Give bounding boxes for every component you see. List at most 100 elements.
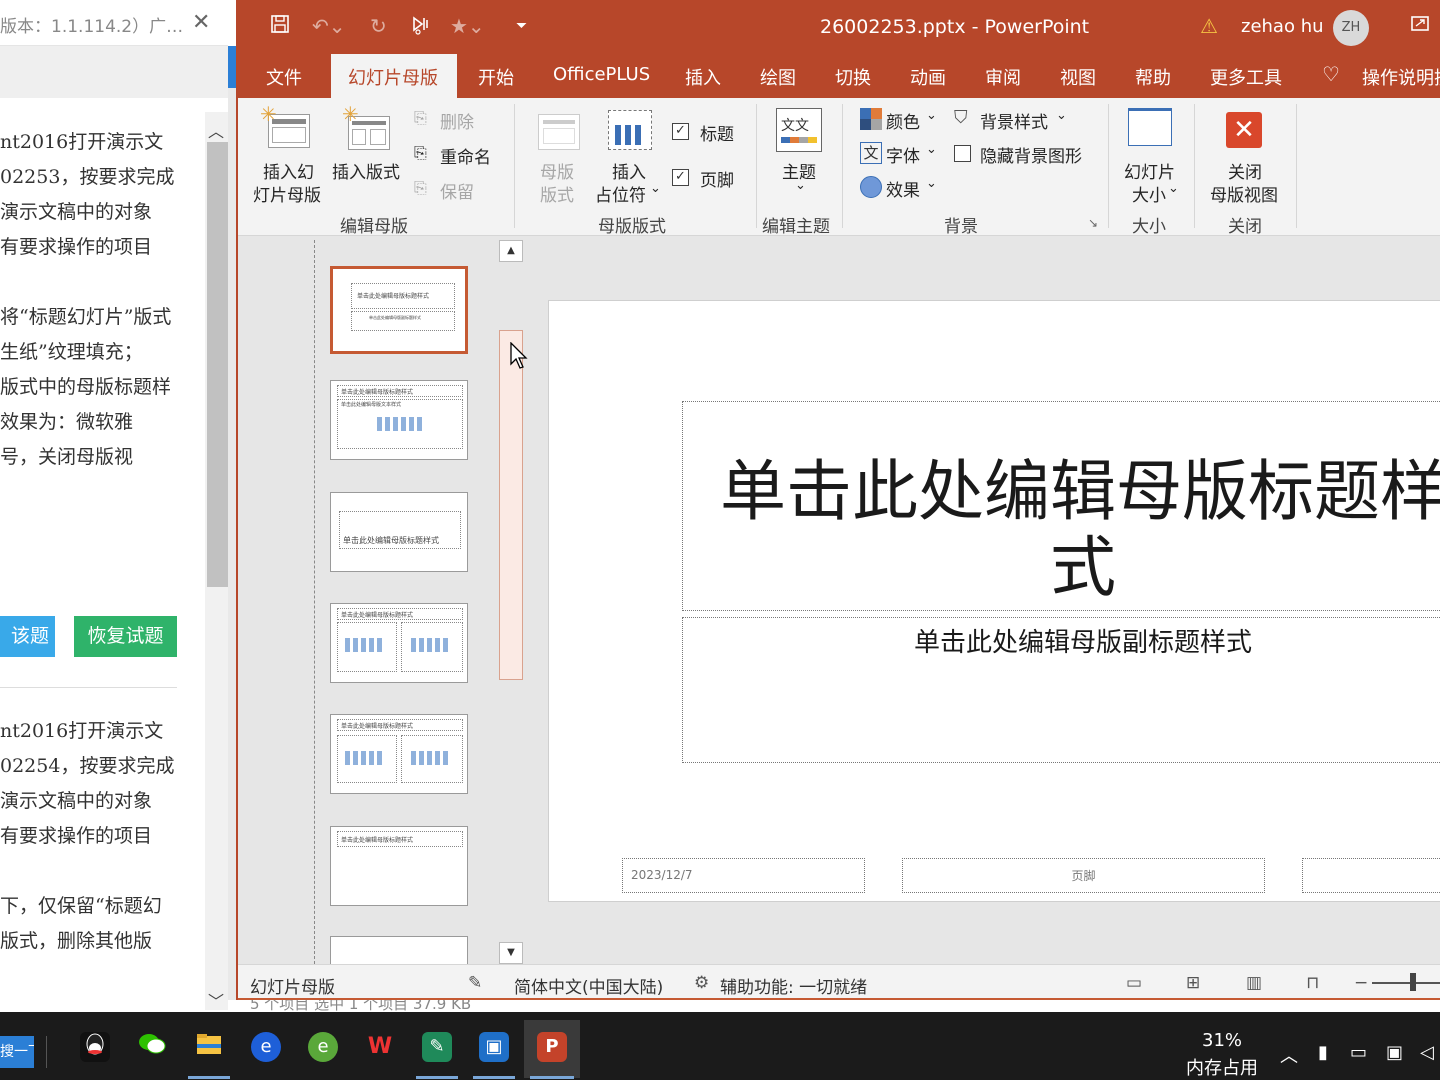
fonts-button[interactable]: 字体 — [886, 142, 920, 167]
zoom-slider-thumb[interactable] — [1410, 973, 1416, 991]
scrollbar-thumb[interactable] — [499, 330, 523, 680]
slide-size-label[interactable]: 幻灯片 — [1124, 158, 1175, 183]
title-checkbox-label[interactable]: 标题 — [700, 120, 734, 145]
insert-placeholder-label[interactable]: 插入 — [612, 158, 646, 183]
restore-window-icon[interactable] — [1410, 14, 1430, 37]
customize-quick-access-icon[interactable]: ⏷ — [516, 18, 527, 34]
chevron-down-icon[interactable]: ⌄ — [926, 108, 937, 123]
star-icon[interactable]: ★⌄ — [450, 14, 485, 38]
tab-help[interactable]: 帮助 — [1135, 64, 1171, 90]
dialog-launcher-icon[interactable]: ↘ — [1088, 216, 1098, 230]
hide-background-checkbox[interactable] — [954, 145, 971, 162]
title-placeholder[interactable]: 单击此处编辑母版标题样 式 — [682, 401, 1440, 611]
slide-size-icon[interactable] — [1128, 108, 1172, 146]
chevron-down-icon[interactable]: ⌄ — [926, 176, 937, 191]
network-icon[interactable]: ▣ — [1386, 1042, 1403, 1063]
close-master-view-label[interactable]: 关闭 — [1228, 158, 1262, 183]
slide-canvas[interactable]: 单击此处编辑母版标题样 式 单击此处编辑母版副标题样式 2023/12/7 页脚 — [548, 300, 1440, 902]
insert-slide-master-label[interactable]: 插入幻 — [263, 158, 314, 183]
wechat-icon[interactable] — [137, 1032, 167, 1062]
scrollbar[interactable]: ︿ ﹀ — [205, 112, 230, 1011]
browser-360-icon[interactable]: e — [308, 1032, 338, 1062]
tab-view[interactable]: 视图 — [1060, 64, 1096, 90]
close-master-view-label[interactable]: 母版视图 — [1210, 181, 1278, 206]
video-app-icon[interactable]: ▣ — [479, 1032, 509, 1062]
thumbnail-layout[interactable]: 单击此处编辑母版标题样式 单击此处编辑母版文本样式 — [330, 380, 468, 460]
save-icon[interactable] — [270, 14, 290, 39]
master-layout-label[interactable]: 母版 — [540, 158, 574, 183]
undo-icon[interactable]: ↶⌄ — [312, 14, 346, 38]
master-layout-label[interactable]: 版式 — [540, 181, 574, 206]
accessibility-status[interactable]: 辅助功能: 一切就绪 — [720, 973, 867, 998]
tab-more-tools[interactable]: 更多工具 — [1210, 64, 1282, 90]
chevron-up-icon[interactable]: ︿ — [208, 118, 224, 142]
close-master-view-icon[interactable]: ✕ — [1226, 112, 1262, 148]
browser-icon[interactable]: e — [251, 1032, 281, 1062]
file-explorer-icon[interactable] — [194, 1032, 224, 1062]
tab-slide-master[interactable]: 幻灯片母版 — [348, 64, 438, 90]
footer-checkbox-label[interactable]: 页脚 — [700, 166, 734, 191]
slide-size-label[interactable]: 大小 — [1132, 181, 1166, 206]
redo-question-button[interactable]: 该题 — [0, 616, 55, 657]
tab-review[interactable]: 审阅 — [985, 64, 1021, 90]
accessibility-icon[interactable]: ⚙ — [694, 973, 709, 993]
scrollbar-thumb[interactable] — [207, 142, 228, 587]
chevron-down-icon[interactable]: ⌄ — [926, 142, 937, 157]
preserve-button[interactable]: 保留 — [440, 178, 474, 203]
effects-icon[interactable] — [860, 176, 882, 198]
tab-insert[interactable]: 插入 — [685, 64, 721, 90]
tab-animations[interactable]: 动画 — [910, 64, 946, 90]
close-icon[interactable]: ✕ — [192, 10, 210, 35]
insert-layout-label[interactable]: 插入版式 — [332, 158, 400, 183]
slide-title[interactable]: 单击此处编辑母版标题样 式 — [683, 454, 1440, 606]
delete-button[interactable]: 删除 — [440, 108, 474, 133]
title-checkbox[interactable]: ✓ — [672, 123, 689, 140]
warning-icon[interactable]: ⚠ — [1200, 14, 1218, 38]
chevron-down-icon[interactable]: ⌄ — [1168, 181, 1179, 196]
chevron-down-icon[interactable]: ⌄ — [1056, 108, 1067, 123]
footer-placeholder[interactable]: 页脚 — [902, 858, 1265, 893]
thumbnail-layout[interactable]: 单击此处编辑母版标题样式 — [330, 603, 468, 683]
redo-icon[interactable]: ↻ — [370, 14, 387, 38]
scroll-up-icon[interactable]: ▲ — [499, 240, 523, 262]
slide-subtitle[interactable]: 单击此处编辑母版副标题样式 — [683, 622, 1440, 659]
chevron-down-icon[interactable]: ⌄ — [795, 178, 806, 193]
chevron-up-icon[interactable]: ︿ — [1280, 1042, 1298, 1068]
tab-officeplus[interactable]: OfficePLUS — [553, 64, 650, 85]
reading-view-icon[interactable]: ▥ — [1246, 973, 1262, 993]
microphone-icon[interactable]: ▮ — [1318, 1042, 1328, 1063]
insert-placeholder-icon[interactable] — [608, 110, 652, 150]
scroll-down-icon[interactable]: ▼ — [499, 942, 523, 964]
slide-sorter-icon[interactable]: ⊞ — [1186, 973, 1200, 993]
slide-number-placeholder[interactable] — [1302, 858, 1440, 893]
slideshow-icon[interactable]: ⊓ — [1306, 973, 1319, 993]
thumbnail-slide-master[interactable]: 单击此处编辑母版标题样式 单击此处编辑母版副标题样式 — [330, 266, 468, 354]
language-status[interactable]: 简体中文(中国大陆) — [514, 973, 663, 998]
wps-icon[interactable]: W — [365, 1032, 395, 1062]
tab-draw[interactable]: 绘图 — [760, 64, 796, 90]
footer-checkbox[interactable]: ✓ — [672, 169, 689, 186]
powerpoint-icon[interactable]: P — [537, 1032, 567, 1062]
user-name[interactable]: zehao hu — [1241, 16, 1324, 37]
qq-icon[interactable] — [80, 1032, 110, 1062]
exam-app-icon[interactable]: ✎ — [422, 1032, 452, 1062]
memory-usage-percent[interactable]: 31% — [1202, 1030, 1242, 1051]
zoom-slider[interactable] — [1372, 982, 1440, 984]
thumbnail-layout[interactable] — [330, 936, 468, 966]
normal-view-icon[interactable]: ▭ — [1126, 973, 1142, 993]
spell-check-icon[interactable]: ✎ — [468, 973, 482, 993]
volume-icon[interactable]: ◁ — [1420, 1042, 1434, 1063]
zoom-out-icon[interactable]: − — [1354, 973, 1368, 993]
touch-mode-icon[interactable] — [410, 14, 432, 41]
fonts-icon[interactable]: 文 — [860, 142, 882, 164]
background-styles-button[interactable]: 背景样式 — [980, 108, 1048, 133]
lightbulb-icon[interactable]: ♡ — [1322, 62, 1340, 86]
colors-button[interactable]: 颜色 — [886, 108, 920, 133]
colors-icon[interactable] — [860, 108, 882, 130]
taskbar-search[interactable]: 搜一下 — [0, 1036, 34, 1068]
avatar[interactable]: ZH — [1333, 10, 1369, 46]
insert-placeholder-label[interactable]: 占位符 — [595, 181, 646, 206]
theme-icon[interactable]: 文文 — [776, 108, 822, 152]
restore-question-button[interactable]: 恢复试题 — [74, 616, 177, 657]
rename-button[interactable]: 重命名 — [440, 143, 491, 168]
